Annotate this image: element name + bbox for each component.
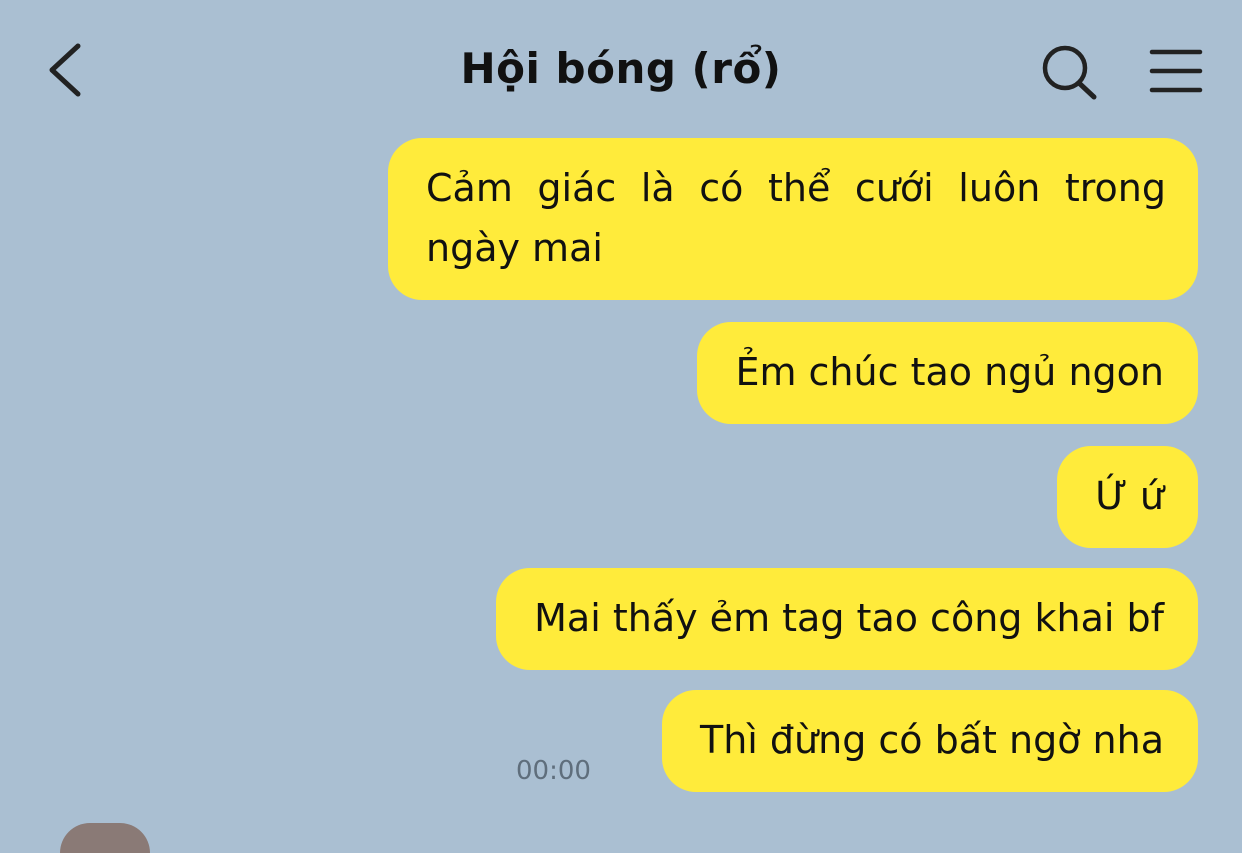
message-bubble[interactable]: Thì đừng có bất ngờ nha xyxy=(661,690,1198,792)
message-bubble[interactable]: Ứ ứ xyxy=(1057,446,1198,548)
menu-button[interactable] xyxy=(1148,46,1204,96)
search-icon xyxy=(1042,45,1097,100)
message-bubble[interactable]: Ẻm chúc tao ngủ ngon xyxy=(697,322,1198,424)
message-bubble[interactable]: Mai thấy ẻm tag tao công khai bf xyxy=(496,568,1198,670)
hamburger-menu-icon xyxy=(1149,49,1203,93)
search-button[interactable] xyxy=(1040,44,1100,100)
message-timestamp: 00:00 xyxy=(516,756,591,786)
message-bubble[interactable]: Cảm giác là có thể cưới luôn trong ngày … xyxy=(388,138,1198,300)
chat-header: Hội bóng (rổ) xyxy=(0,0,1242,130)
